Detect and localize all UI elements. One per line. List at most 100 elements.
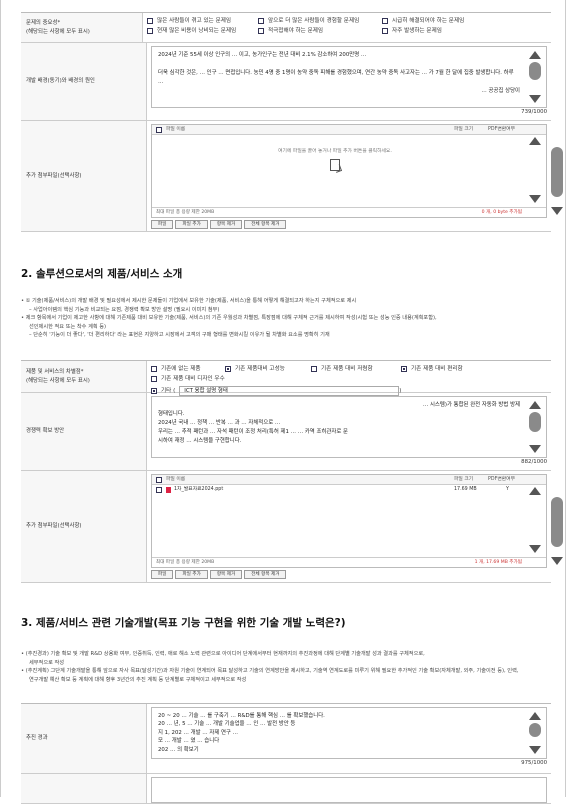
attach2-label-cell: 추가 첨부파일(선택사항)	[21, 471, 147, 582]
attach1-drop-zone[interactable]: 여기에 파일을 끌어 놓거나 파일 추가 버튼을 클릭하세요.	[152, 135, 546, 207]
note: • (추진계획) 그단계 기술개발을 통해 앞으로 자사 목표(달성기간)과 자…	[21, 668, 519, 675]
problem-importance-options: 많은 사람들이 겪고 있는 문제임 앞으로 더 많은 사람들이 경험할 문제임 …	[143, 13, 551, 42]
attach2-row: 추가 첨부파일(선택사항) 파일 이름 파일 크기 PDF변환여부 1차_발표자…	[21, 471, 563, 583]
differentiation-options: 기존에 없는 제품 기존 제품대비 고성능 기존 제품 대비 저렴함 기존 제품…	[147, 361, 551, 396]
scroll-up-icon[interactable]	[529, 51, 541, 59]
competitive-content: … 시스템)가 통합된 완전 자동화 방법 방제 형태입니다. 2024년 국내…	[147, 393, 551, 470]
add-file-button[interactable]: 파일 추가	[175, 570, 208, 579]
background-content: 2024년 기준 55세 이상 인구의 … 이고, 농가인구는 전년 대비 2.…	[147, 43, 551, 120]
col-file-name: 파일 이름	[166, 477, 186, 482]
note: • 제크 항목에서 기업이 제고한 사항에 대해 기존제품 대비 보유한 기술(…	[21, 315, 437, 322]
option-label: 자주 발생하는 문제임	[392, 28, 442, 34]
attach1-filebox[interactable]: 파일 이름 파일 크기 PDF변환여부 여기에 파일을 끌어 놓거나 파일 추가…	[151, 124, 563, 218]
file-button[interactable]: 파일	[151, 570, 174, 579]
problem-opt-5[interactable]: 자주 발생하는 문제임	[382, 26, 442, 36]
scroll-thumb[interactable]	[551, 497, 563, 547]
problem-opt-4[interactable]: 적극접해야 하는 문제임	[258, 26, 376, 36]
scroll-down-icon[interactable]	[551, 207, 563, 215]
scroll-up-icon[interactable]	[529, 401, 541, 409]
problem-opt-2[interactable]: 시급히 해결되어야 하는 문제임	[382, 16, 464, 26]
table-row[interactable]: 1차_발표자료2024.ppt 17.69 MB Y	[152, 485, 546, 495]
add-file-button[interactable]: 파일 추가	[175, 220, 208, 229]
scroll-down-icon[interactable]	[529, 95, 541, 103]
option-label: 많은 사람들이 겪고 있는 문제임	[157, 18, 232, 24]
checkbox[interactable]	[151, 376, 157, 382]
checkbox[interactable]	[258, 18, 264, 24]
scroll-down-icon[interactable]	[529, 746, 541, 754]
problem-opt-0[interactable]: 많은 사람들이 겪고 있는 문제임	[147, 16, 252, 26]
progress-line-5: 202 … 의 확보기	[158, 746, 199, 753]
checkbox[interactable]	[311, 366, 317, 372]
checkbox[interactable]	[147, 18, 153, 24]
attach2-filebox[interactable]: 파일 이름 파일 크기 PDF변환여부 1차_발표자료2024.ppt 17.6…	[151, 474, 563, 568]
diff-opt-4[interactable]: 기존 제품 대비 디자인 우수	[151, 374, 225, 384]
attach1-scrollbar[interactable]	[527, 137, 543, 203]
option-label: 기존에 없는 제품	[161, 366, 201, 372]
checkbox[interactable]	[401, 366, 407, 372]
problem-opt-3[interactable]: 현재 많은 비용이 낭비되는 문제임	[147, 26, 252, 36]
remove-item-button[interactable]: 항목 제거	[209, 570, 243, 579]
checkbox[interactable]	[258, 28, 264, 34]
attach1-footer: 최대 파일 총 용량 제한 20MB 0 개, 0 byte 추가됨	[152, 207, 546, 217]
attach2-scrollbar[interactable]	[527, 487, 543, 553]
remove-item-button[interactable]: 항목 제거	[209, 220, 243, 229]
remove-all-button[interactable]: 전체 항목 제거	[244, 570, 287, 579]
diff-opt-3[interactable]: 기존 제품 대비 편리함	[401, 364, 483, 374]
scroll-up-icon[interactable]	[529, 712, 541, 720]
diff-opt-0[interactable]: 기존에 없는 제품	[151, 364, 219, 374]
checkbox[interactable]	[147, 28, 153, 34]
attach2-total: 1 개, 17.69 MB 추가됨	[474, 560, 522, 565]
scroll-up-icon[interactable]	[529, 137, 541, 145]
scroll-thumb[interactable]	[529, 412, 541, 432]
progress-char-counter: 975/1000	[521, 760, 547, 766]
scroll-down-icon[interactable]	[529, 545, 541, 553]
attach1-buttons: 파일 파일 추가 항목 제거 전체 항목 제거	[151, 218, 547, 229]
next-textarea[interactable]	[151, 777, 547, 803]
note: – 단순히 '기능이 더 좋다', '더 편리하다' 라는 표현은 지양하고 시…	[29, 332, 330, 339]
background-textarea[interactable]: 2024년 기준 55세 이상 인구의 … 이고, 농가인구는 전년 대비 2.…	[151, 46, 547, 108]
diff-opt-1[interactable]: 기존 제품대비 고성능	[225, 364, 305, 374]
diff-opt-2[interactable]: 기존 제품 대비 저렴함	[311, 364, 395, 374]
progress-textarea[interactable]: 20 ~ 20 … 기술 … 를 구축기 … R&D를 통해 핵심 … 를 확보…	[151, 707, 547, 759]
progress-label: 추진 경과	[26, 735, 48, 742]
attach2-file-list[interactable]: 1차_발표자료2024.ppt 17.69 MB Y	[152, 485, 546, 557]
checkbox[interactable]	[382, 28, 388, 34]
scroll-thumb[interactable]	[529, 723, 541, 737]
checkbox[interactable]	[151, 366, 157, 372]
option-label: 현재 많은 비용이 낭비되는 문제임	[157, 28, 237, 34]
attach1-outer-scrollbar[interactable]	[550, 139, 564, 215]
note: 세부적으로 작성	[29, 659, 65, 666]
background-line-2: 더욱 심각한 것은, … 인구 … 면접입니다. 농민 4명 중 1명이 농약 …	[158, 70, 514, 85]
col-pdf: PDF변환여부	[488, 477, 515, 482]
scroll-thumb[interactable]	[529, 62, 541, 80]
scroll-down-icon[interactable]	[529, 445, 541, 453]
competitive-scrollbar[interactable]	[527, 401, 543, 453]
checkbox[interactable]	[225, 366, 231, 372]
scroll-thumb[interactable]	[551, 147, 563, 197]
scroll-down-icon[interactable]	[529, 195, 541, 203]
note: – 사업아이템의 핵심 기능과 비교되는 요점, 경쟁력 확보 방안 설명 (필…	[29, 306, 220, 313]
attach1-label-cell: 추가 첨부파일(선택사항)	[21, 121, 147, 231]
form-table-solution: 제품 및 서비스의 차별점* (해당되는 사항에 모두 표시) 기존에 없는 제…	[21, 360, 563, 583]
remove-all-button[interactable]: 전체 항목 제거	[244, 220, 287, 229]
select-all-checkbox[interactable]	[156, 477, 162, 483]
background-line-1: 2024년 기준 55세 이상 인구의 … 이고, 농가인구는 전년 대비 2.…	[158, 52, 367, 58]
scroll-down-icon[interactable]	[551, 557, 563, 565]
background-label-cell: 개발 배경(동기)와 배경의 원인	[21, 43, 147, 120]
attach2-outer-scrollbar[interactable]	[550, 489, 564, 565]
select-all-checkbox[interactable]	[156, 127, 162, 133]
attach1-row: 추가 첨부파일(선택사항) 파일 이름 파일 크기 PDF변환여부 여기에 파일…	[21, 121, 563, 232]
checkbox[interactable]	[382, 18, 388, 24]
form-table-techdev: 추진 경과 20 ~ 20 … 기술 … 를 구축기 … R&D를 통해 핵심 …	[21, 703, 551, 804]
competitive-textarea[interactable]: … 시스템)가 통합된 완전 자동화 방법 방제 형태입니다. 2024년 국내…	[151, 396, 547, 458]
attach1-content: 파일 이름 파일 크기 PDF변환여부 여기에 파일을 끌어 놓거나 파일 추가…	[147, 121, 563, 231]
progress-scrollbar[interactable]	[527, 712, 543, 754]
file-button[interactable]: 파일	[151, 220, 174, 229]
background-scrollbar[interactable]	[527, 51, 543, 103]
problem-opt-1[interactable]: 앞으로 더 많은 사람들이 경험할 문제임	[258, 16, 376, 26]
row-checkbox[interactable]	[156, 487, 162, 493]
competitive-label: 경쟁력 확보 방안	[26, 428, 65, 435]
section-3-title: 3. 제품/서비스 관련 기술개발(목표 기능 구현을 위한 기술 개발 노력은…	[21, 617, 346, 629]
scroll-up-icon[interactable]	[529, 487, 541, 495]
problem-importance-label: 문제의 중요성*	[26, 20, 61, 27]
